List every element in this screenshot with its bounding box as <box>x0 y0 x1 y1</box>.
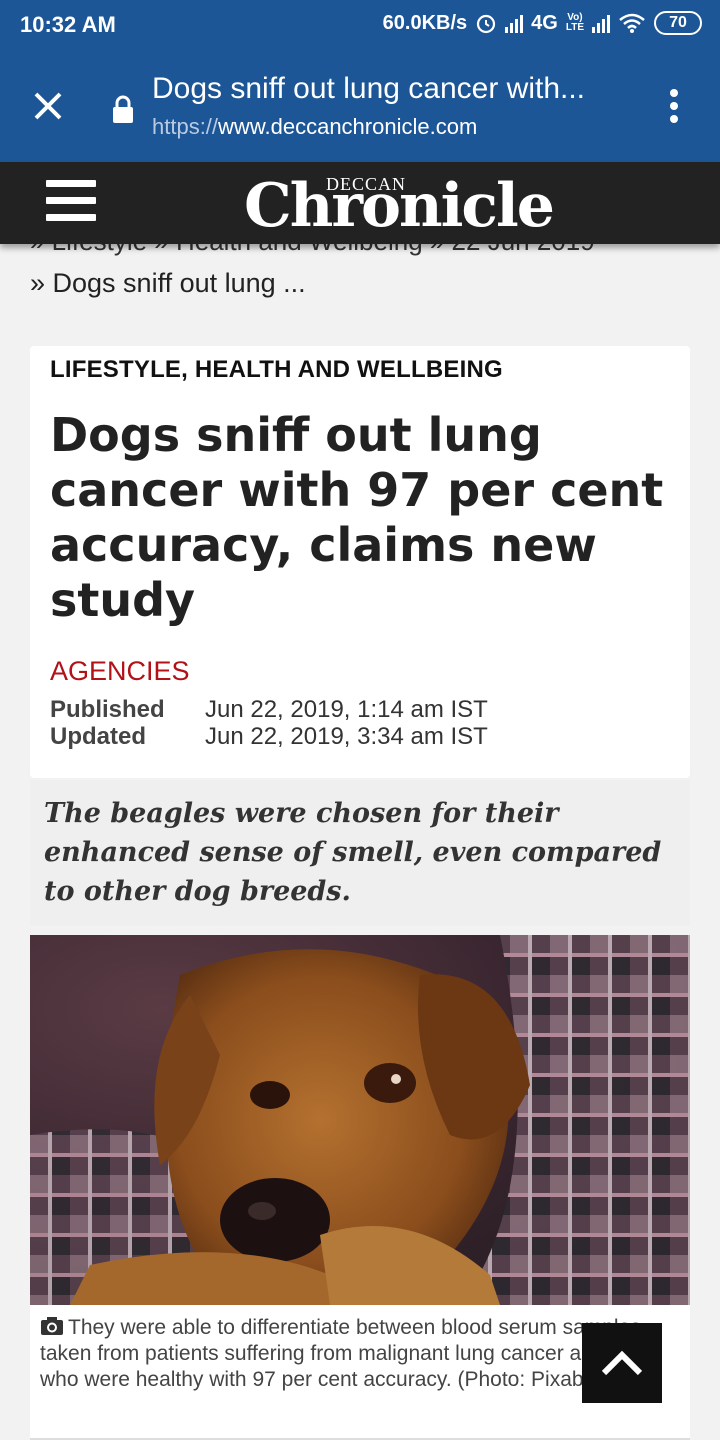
logo-top: DECCAN <box>326 174 407 194</box>
status-bar: 10:32 AM 60.0KB/s 4G Vo) LTE 70 <box>0 0 720 50</box>
url-host: www.deccanchronicle.com <box>218 114 478 139</box>
article-summary: The beagles were chosen for their enhanc… <box>30 780 690 926</box>
battery-icon: 70 <box>654 11 702 35</box>
breadcrumb[interactable]: » Dogs sniff out lung ... <box>30 268 306 299</box>
author-name[interactable]: AGENCIES <box>50 656 190 687</box>
updated-label: Updated <box>50 723 146 750</box>
status-time: 10:32 AM <box>20 12 116 37</box>
page-url[interactable]: https://www.deccanchronicle.com <box>152 114 477 140</box>
caption-text: They were able to differentiate between … <box>40 1316 662 1391</box>
lock-icon <box>113 95 133 123</box>
published-date: Jun 22, 2019, 1:14 am IST <box>205 696 488 723</box>
back-to-top-button[interactable] <box>582 1323 662 1403</box>
camera-icon <box>41 1317 63 1335</box>
alarm-icon <box>477 14 496 34</box>
status-indicators: 60.0KB/s 4G Vo) LTE 70 <box>383 11 702 35</box>
browser-toolbar: Dogs sniff out lung cancer with... https… <box>0 50 720 162</box>
url-scheme: https:// <box>152 114 219 139</box>
more-vert-icon[interactable] <box>664 86 684 126</box>
article-image[interactable] <box>30 935 690 1305</box>
wifi-icon <box>619 13 645 33</box>
summary-text: The beagles were chosen for their enhanc… <box>44 798 662 907</box>
signal-icon <box>505 13 524 33</box>
article-header-card: LIFESTYLE, HEALTH AND WELLBEING Dogs sni… <box>30 346 690 778</box>
image-caption: They were able to differentiate between … <box>40 1315 670 1393</box>
page-title[interactable]: Dogs sniff out lung cancer with... <box>152 72 622 106</box>
site-header: Chronicle DECCAN <box>0 162 720 244</box>
site-logo[interactable]: Chronicle DECCAN <box>240 168 555 241</box>
updated-date: Jun 22, 2019, 3:34 am IST <box>205 723 488 750</box>
close-icon[interactable] <box>28 86 68 126</box>
volte-icon: Vo) LTE <box>565 12 584 33</box>
published-label: Published <box>50 696 165 723</box>
signal-icon-2 <box>592 13 610 33</box>
section-label[interactable]: LIFESTYLE, HEALTH AND WELLBEING <box>50 356 503 384</box>
hamburger-menu-icon[interactable] <box>46 180 96 222</box>
chevron-up-icon <box>601 1350 643 1376</box>
network-type: 4G <box>531 11 558 34</box>
article-headline: Dogs sniff out lung cancer with 97 per c… <box>50 408 664 627</box>
article-meta: Published Jun 22, 2019, 1:14 am IST Updat… <box>50 696 488 750</box>
network-speed: 60.0KB/s <box>382 11 468 34</box>
dog-photo <box>30 935 690 1305</box>
